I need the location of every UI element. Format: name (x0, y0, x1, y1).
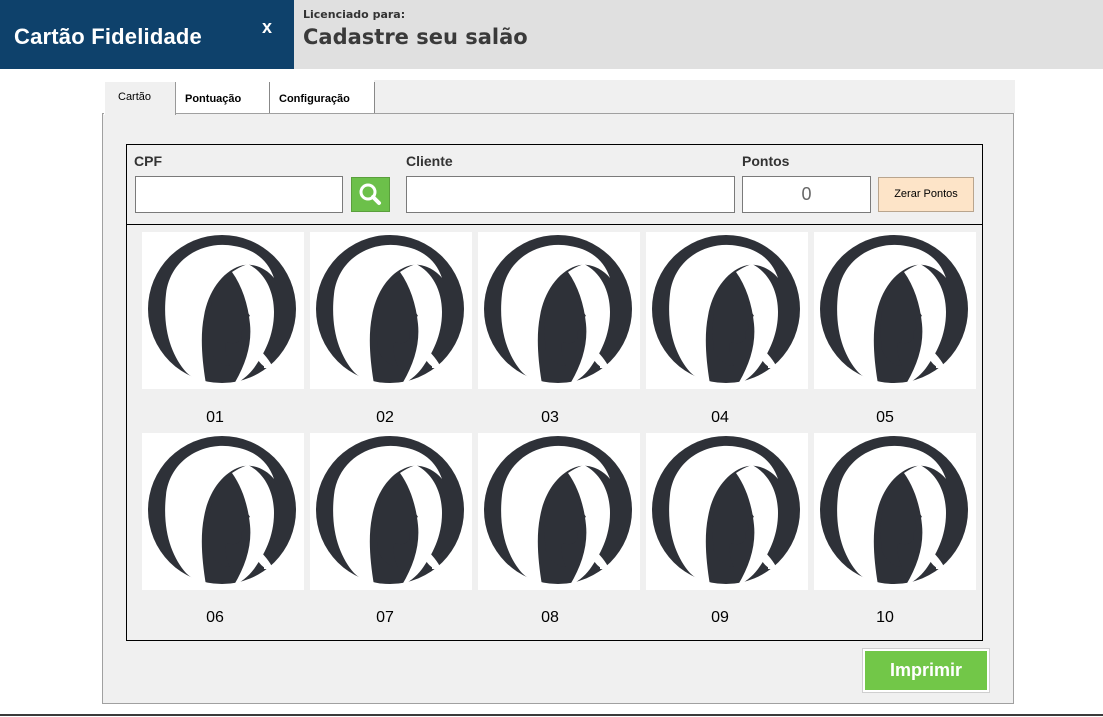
card-number: 02 (376, 409, 394, 426)
woman-silhouette-icon (148, 436, 296, 585)
license-name: Cadastre seu salão (303, 25, 528, 49)
woman-silhouette-icon (316, 436, 464, 585)
card-image-09[interactable] (646, 433, 808, 590)
woman-silhouette-icon (148, 235, 296, 384)
woman-silhouette-icon (652, 436, 800, 585)
card-number: 06 (206, 609, 224, 626)
close-button[interactable]: x (262, 17, 272, 38)
app-title: Cartão Fidelidade (14, 24, 202, 49)
card-number: 05 (876, 409, 894, 426)
card-image-02[interactable] (310, 232, 472, 389)
cpf-label: CPF (134, 153, 162, 169)
pontos-field[interactable] (742, 176, 871, 213)
bottom-divider (0, 714, 1103, 716)
card-number: 03 (541, 409, 559, 426)
card-number: 08 (541, 609, 559, 626)
cpf-input[interactable] (135, 176, 343, 213)
tab-pontuacao[interactable]: Pontuação (176, 82, 270, 113)
woman-silhouette-icon (652, 235, 800, 384)
card-image-01[interactable] (142, 232, 304, 389)
card-number: 01 (206, 409, 224, 426)
magnifier-icon (359, 183, 381, 205)
zerar-pontos-button[interactable]: Zerar Pontos (878, 177, 974, 212)
tab-cartao[interactable]: Cartão (104, 82, 176, 115)
card-number: 04 (711, 409, 729, 426)
license-label: Licenciado para: (303, 8, 406, 21)
card-image-10[interactable] (814, 433, 976, 590)
cliente-input[interactable] (406, 176, 735, 213)
title-bar: Cartão Fidelidade x (0, 0, 294, 69)
card-image-06[interactable] (142, 433, 304, 590)
woman-silhouette-icon (484, 436, 632, 585)
tab-strip-background (374, 80, 1015, 113)
tab-configuracao[interactable]: Configuração (270, 82, 375, 113)
card-number: 10 (876, 609, 894, 626)
card-number: 09 (711, 609, 729, 626)
card-number: 07 (376, 609, 394, 626)
woman-silhouette-icon (316, 235, 464, 384)
license-header: Licenciado para: Cadastre seu salão (294, 0, 1103, 69)
search-button[interactable] (351, 177, 390, 212)
card-image-03[interactable] (478, 232, 640, 389)
card-image-08[interactable] (478, 433, 640, 590)
card-image-07[interactable] (310, 433, 472, 590)
print-button[interactable]: Imprimir (863, 649, 989, 692)
woman-silhouette-icon (820, 436, 968, 585)
woman-silhouette-icon (484, 235, 632, 384)
cliente-label: Cliente (406, 153, 453, 169)
card-image-04[interactable] (646, 232, 808, 389)
card-image-05[interactable] (814, 232, 976, 389)
pontos-label: Pontos (742, 153, 790, 169)
woman-silhouette-icon (820, 235, 968, 384)
